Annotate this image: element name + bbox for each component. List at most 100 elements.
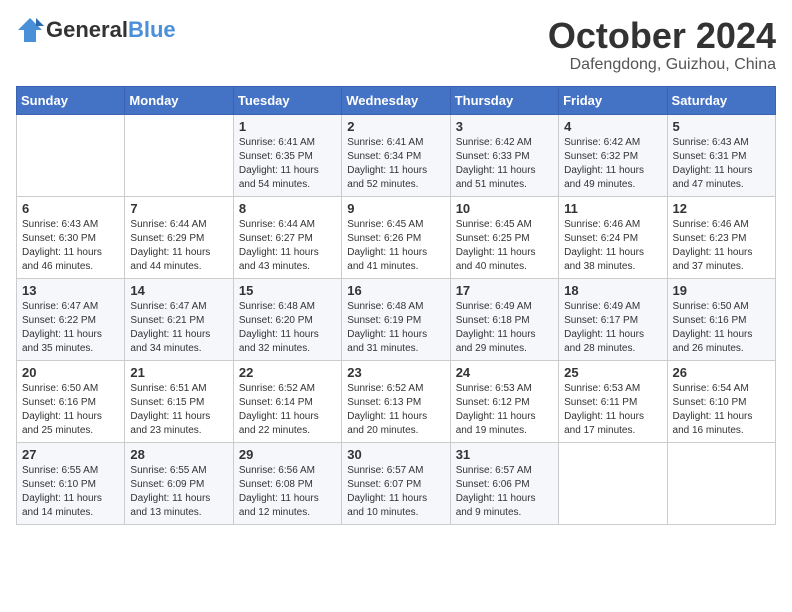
day-number: 1 xyxy=(239,119,336,134)
day-number: 7 xyxy=(130,201,227,216)
calendar-cell: 5 Sunrise: 6:43 AM Sunset: 6:31 PM Daylig… xyxy=(667,114,775,196)
calendar-week-row: 27 Sunrise: 6:55 AM Sunset: 6:10 PM Dayli… xyxy=(17,442,776,524)
day-number: 10 xyxy=(456,201,553,216)
calendar-cell: 2 Sunrise: 6:41 AM Sunset: 6:34 PM Daylig… xyxy=(342,114,450,196)
calendar-cell: 31Sunrise: 6:57 AM Sunset: 6:06 PM Dayli… xyxy=(450,442,558,524)
day-number: 16 xyxy=(347,283,444,298)
calendar-cell: 28 Sunrise: 6:55 AM Sunset: 6:09 PM Dayli… xyxy=(125,442,233,524)
page-header: GeneralBlue October 2024 Dafengdong, Gui… xyxy=(16,16,776,74)
cell-content: Sunrise: 6:47 AM Sunset: 6:21 PM Dayligh… xyxy=(130,300,227,356)
day-number: 24 xyxy=(456,365,553,380)
calendar-cell: 21Sunrise: 6:51 AM Sunset: 6:15 PM Dayli… xyxy=(125,360,233,442)
calendar-cell: 13 Sunrise: 6:47 AM Sunset: 6:22 PM Dayli… xyxy=(17,278,125,360)
calendar-header-row: SundayMondayTuesdayWednesdayThursdayFrid… xyxy=(17,86,776,114)
cell-content: Sunrise: 6:51 AM Sunset: 6:15 PM Dayligh… xyxy=(130,382,227,438)
title-block: October 2024 Dafengdong, Guizhou, China xyxy=(548,16,776,74)
logo-general-text: General xyxy=(46,17,128,43)
calendar-cell: 14 Sunrise: 6:47 AM Sunset: 6:21 PM Dayli… xyxy=(125,278,233,360)
location-title: Dafengdong, Guizhou, China xyxy=(548,56,776,74)
calendar-cell: 10 Sunrise: 6:45 AM Sunset: 6:25 PM Dayli… xyxy=(450,196,558,278)
calendar-cell xyxy=(667,442,775,524)
calendar-week-row: 1 Sunrise: 6:41 AM Sunset: 6:35 PM Daylig… xyxy=(17,114,776,196)
calendar-cell: 9Sunrise: 6:45 AM Sunset: 6:26 PM Daylig… xyxy=(342,196,450,278)
day-number: 8 xyxy=(239,201,336,216)
day-header-friday: Friday xyxy=(559,86,667,114)
cell-content: Sunrise: 6:50 AM Sunset: 6:16 PM Dayligh… xyxy=(22,382,119,438)
day-number: 4 xyxy=(564,119,661,134)
calendar-cell: 22 Sunrise: 6:52 AM Sunset: 6:14 PM Dayli… xyxy=(233,360,341,442)
cell-content: Sunrise: 6:43 AM Sunset: 6:31 PM Dayligh… xyxy=(673,136,770,192)
calendar-cell: 16 Sunrise: 6:48 AM Sunset: 6:19 PM Dayli… xyxy=(342,278,450,360)
calendar-cell: 18Sunrise: 6:49 AM Sunset: 6:17 PM Dayli… xyxy=(559,278,667,360)
cell-content: Sunrise: 6:52 AM Sunset: 6:13 PM Dayligh… xyxy=(347,382,444,438)
cell-content: Sunrise: 6:49 AM Sunset: 6:17 PM Dayligh… xyxy=(564,300,661,356)
month-title: October 2024 xyxy=(548,16,776,56)
calendar-week-row: 6 Sunrise: 6:43 AM Sunset: 6:30 PM Daylig… xyxy=(17,196,776,278)
cell-content: Sunrise: 6:48 AM Sunset: 6:19 PM Dayligh… xyxy=(347,300,444,356)
cell-content: Sunrise: 6:54 AM Sunset: 6:10 PM Dayligh… xyxy=(673,382,770,438)
calendar-cell: 3Sunrise: 6:42 AM Sunset: 6:33 PM Daylig… xyxy=(450,114,558,196)
calendar-cell: 11Sunrise: 6:46 AM Sunset: 6:24 PM Dayli… xyxy=(559,196,667,278)
day-number: 15 xyxy=(239,283,336,298)
day-number: 28 xyxy=(130,447,227,462)
calendar-cell: 4 Sunrise: 6:42 AM Sunset: 6:32 PM Daylig… xyxy=(559,114,667,196)
cell-content: Sunrise: 6:52 AM Sunset: 6:14 PM Dayligh… xyxy=(239,382,336,438)
day-header-sunday: Sunday xyxy=(17,86,125,114)
calendar-cell xyxy=(17,114,125,196)
cell-content: Sunrise: 6:55 AM Sunset: 6:10 PM Dayligh… xyxy=(22,464,119,520)
day-number: 23 xyxy=(347,365,444,380)
day-header-thursday: Thursday xyxy=(450,86,558,114)
day-number: 19 xyxy=(673,283,770,298)
cell-content: Sunrise: 6:47 AM Sunset: 6:22 PM Dayligh… xyxy=(22,300,119,356)
calendar-week-row: 20 Sunrise: 6:50 AM Sunset: 6:16 PM Dayli… xyxy=(17,360,776,442)
day-header-tuesday: Tuesday xyxy=(233,86,341,114)
cell-content: Sunrise: 6:45 AM Sunset: 6:26 PM Dayligh… xyxy=(347,218,444,274)
cell-content: Sunrise: 6:41 AM Sunset: 6:34 PM Dayligh… xyxy=(347,136,444,192)
cell-content: Sunrise: 6:44 AM Sunset: 6:29 PM Dayligh… xyxy=(130,218,227,274)
calendar-cell: 17Sunrise: 6:49 AM Sunset: 6:18 PM Dayli… xyxy=(450,278,558,360)
calendar-cell xyxy=(559,442,667,524)
day-number: 29 xyxy=(239,447,336,462)
day-number: 17 xyxy=(456,283,553,298)
calendar-cell: 6 Sunrise: 6:43 AM Sunset: 6:30 PM Daylig… xyxy=(17,196,125,278)
day-number: 5 xyxy=(673,119,770,134)
day-number: 2 xyxy=(347,119,444,134)
cell-content: Sunrise: 6:46 AM Sunset: 6:23 PM Dayligh… xyxy=(673,218,770,274)
logo-icon xyxy=(16,16,44,44)
day-number: 14 xyxy=(130,283,227,298)
calendar-cell: 30 Sunrise: 6:57 AM Sunset: 6:07 PM Dayli… xyxy=(342,442,450,524)
calendar-cell: 29 Sunrise: 6:56 AM Sunset: 6:08 PM Dayli… xyxy=(233,442,341,524)
calendar-cell: 8 Sunrise: 6:44 AM Sunset: 6:27 PM Daylig… xyxy=(233,196,341,278)
calendar-cell: 26Sunrise: 6:54 AM Sunset: 6:10 PM Dayli… xyxy=(667,360,775,442)
cell-content: Sunrise: 6:55 AM Sunset: 6:09 PM Dayligh… xyxy=(130,464,227,520)
cell-content: Sunrise: 6:48 AM Sunset: 6:20 PM Dayligh… xyxy=(239,300,336,356)
day-number: 20 xyxy=(22,365,119,380)
day-number: 13 xyxy=(22,283,119,298)
cell-content: Sunrise: 6:45 AM Sunset: 6:25 PM Dayligh… xyxy=(456,218,553,274)
day-header-wednesday: Wednesday xyxy=(342,86,450,114)
day-number: 22 xyxy=(239,365,336,380)
day-number: 6 xyxy=(22,201,119,216)
day-header-saturday: Saturday xyxy=(667,86,775,114)
calendar-week-row: 13 Sunrise: 6:47 AM Sunset: 6:22 PM Dayli… xyxy=(17,278,776,360)
day-number: 3 xyxy=(456,119,553,134)
cell-content: Sunrise: 6:56 AM Sunset: 6:08 PM Dayligh… xyxy=(239,464,336,520)
calendar-cell: 7 Sunrise: 6:44 AM Sunset: 6:29 PM Daylig… xyxy=(125,196,233,278)
day-number: 31 xyxy=(456,447,553,462)
calendar-cell: 1 Sunrise: 6:41 AM Sunset: 6:35 PM Daylig… xyxy=(233,114,341,196)
day-number: 30 xyxy=(347,447,444,462)
calendar-cell: 27 Sunrise: 6:55 AM Sunset: 6:10 PM Dayli… xyxy=(17,442,125,524)
cell-content: Sunrise: 6:43 AM Sunset: 6:30 PM Dayligh… xyxy=(22,218,119,274)
calendar-cell: 20 Sunrise: 6:50 AM Sunset: 6:16 PM Dayli… xyxy=(17,360,125,442)
cell-content: Sunrise: 6:41 AM Sunset: 6:35 PM Dayligh… xyxy=(239,136,336,192)
cell-content: Sunrise: 6:42 AM Sunset: 6:32 PM Dayligh… xyxy=(564,136,661,192)
cell-content: Sunrise: 6:53 AM Sunset: 6:12 PM Dayligh… xyxy=(456,382,553,438)
cell-content: Sunrise: 6:57 AM Sunset: 6:07 PM Dayligh… xyxy=(347,464,444,520)
calendar-cell xyxy=(125,114,233,196)
day-header-monday: Monday xyxy=(125,86,233,114)
calendar-cell: 15 Sunrise: 6:48 AM Sunset: 6:20 PM Dayli… xyxy=(233,278,341,360)
day-number: 27 xyxy=(22,447,119,462)
day-number: 25 xyxy=(564,365,661,380)
cell-content: Sunrise: 6:50 AM Sunset: 6:16 PM Dayligh… xyxy=(673,300,770,356)
cell-content: Sunrise: 6:44 AM Sunset: 6:27 PM Dayligh… xyxy=(239,218,336,274)
